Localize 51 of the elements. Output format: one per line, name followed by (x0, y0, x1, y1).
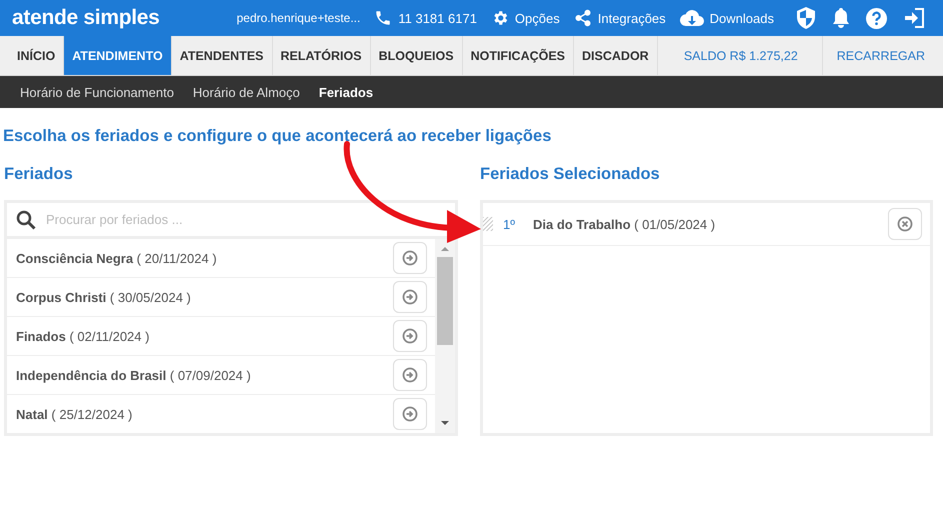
downloads-link[interactable]: Downloads (680, 9, 774, 27)
drag-handle[interactable] (483, 217, 493, 231)
page-heading: Escolha os feriados e configure o que acontecerá ao receber ligações (3, 127, 552, 146)
scroll-down-icon[interactable] (440, 419, 450, 427)
integrations-link[interactable]: Integrações (574, 9, 666, 27)
add-button[interactable] (393, 359, 427, 391)
subnav-tab[interactable]: Horário de Almoço (192, 84, 300, 100)
search-icon (16, 210, 36, 230)
holiday-name: Consciência Negra ( 20/11/2024 ) (16, 250, 218, 266)
options-link[interactable]: Opções (490, 9, 560, 27)
nav-tab[interactable]: DISCADOR (574, 36, 658, 75)
nav-tab[interactable]: RELATÓRIOS (272, 36, 371, 75)
phone-icon (374, 9, 392, 27)
add-button[interactable] (393, 281, 427, 313)
share-icon (574, 9, 592, 27)
section-title: Feriados (4, 165, 74, 184)
user-name[interactable]: pedro.henrique+teste... (236, 11, 360, 25)
holiday-name: Corpus Christi ( 30/05/2024 ) (16, 290, 192, 304)
logo: atende simples (12, 6, 161, 30)
balance-label: SALDO R$ 1.275,22 (668, 36, 823, 75)
remove-button[interactable] (888, 208, 922, 240)
phone-link[interactable]: 11 3181 6171 (374, 9, 477, 27)
arrow-circle-icon (402, 328, 418, 344)
add-button[interactable] (393, 398, 427, 430)
order-number: 1º (503, 216, 516, 232)
help-icon[interactable] (866, 8, 887, 28)
arrow-circle-icon (402, 406, 418, 422)
close-icon (897, 216, 913, 232)
section-title: Feriados Selecionados (480, 165, 661, 184)
logout-icon[interactable] (903, 8, 925, 28)
holiday-name: Natal ( 25/12/2024 ) (16, 406, 134, 422)
recharge-link[interactable]: RECARREGAR (822, 36, 943, 75)
holiday-name: Finados ( 02/11/2024 ) (16, 328, 150, 344)
scroll-up-icon[interactable] (440, 245, 450, 253)
add-button[interactable] (393, 242, 427, 274)
nav-tab[interactable]: ATENDENTES (172, 36, 273, 75)
arrow-circle-icon (402, 289, 418, 305)
arrow-circle-icon (402, 367, 418, 383)
arrow-circle-icon (402, 250, 418, 266)
nav-tab[interactable]: NOTIFICAÇÕES (462, 36, 574, 75)
subnav-tab[interactable]: Horário de Funcionamento (20, 84, 174, 100)
bell-icon[interactable] (832, 8, 850, 28)
holiday-name: Independência do Brasil ( 07/09/2024 ) (16, 368, 252, 382)
nav-tab[interactable]: ATENDIMENTO (64, 36, 172, 75)
scrollbar[interactable] (435, 239, 455, 433)
cloud-download-icon (680, 9, 704, 27)
add-button[interactable] (393, 320, 427, 352)
subnav-tab[interactable]: Feriados (318, 84, 374, 100)
nav-tab[interactable]: BLOQUEIOS (370, 36, 463, 75)
holiday-name: Dia do Trabalho ( 01/05/2024 ) (533, 216, 716, 232)
shield-icon[interactable] (796, 7, 816, 29)
